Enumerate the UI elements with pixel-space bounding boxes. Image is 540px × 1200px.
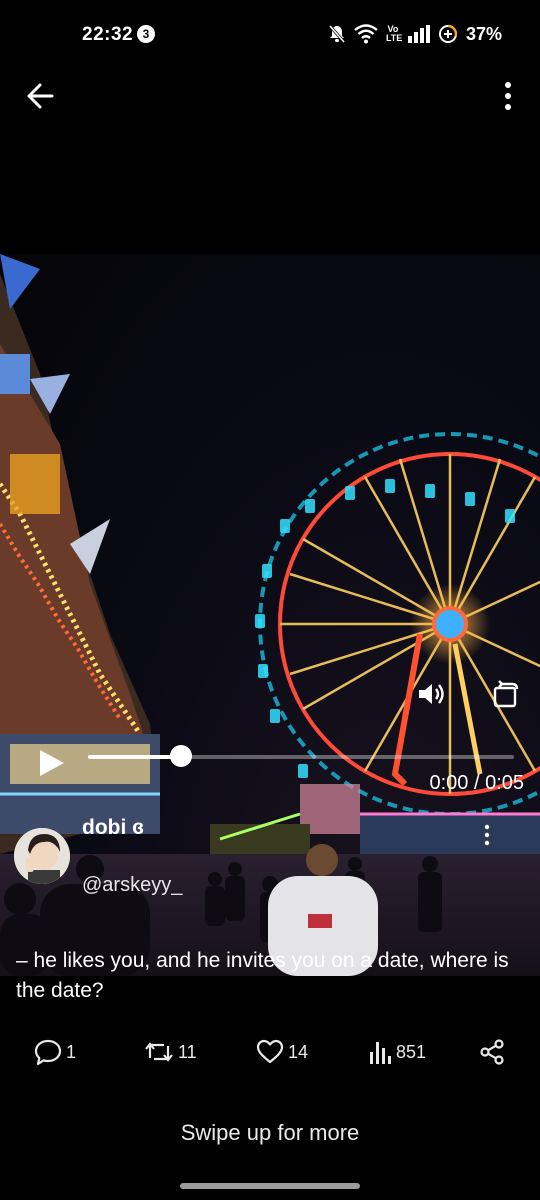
video-player[interactable]: 0:00 / 0:05 [0, 254, 540, 976]
views-button[interactable]: 851 [368, 1038, 426, 1066]
status-bar: 22:32 3 Vo LTE 37% [0, 0, 540, 70]
status-icons: Vo LTE 37% [328, 22, 502, 46]
reply-count: 1 [66, 1041, 77, 1062]
post-more-button[interactable] [480, 824, 494, 848]
swipe-up-hint[interactable]: Swipe up for more [0, 1120, 540, 1146]
more-vertical-icon [505, 82, 511, 110]
arrow-left-icon [27, 83, 54, 109]
repost-count: 11 [178, 1041, 197, 1062]
views-icon [370, 1042, 391, 1064]
heart-icon [256, 1039, 284, 1064]
volume-button[interactable] [416, 680, 448, 708]
like-button[interactable]: 14 [256, 1038, 308, 1066]
wifi-icon [354, 24, 378, 44]
home-indicator[interactable] [180, 1183, 360, 1189]
share-icon [480, 1039, 504, 1065]
share-button[interactable] [478, 1038, 506, 1066]
notification-count-badge: 3 [137, 25, 155, 43]
repost-button[interactable]: 11 [144, 1038, 197, 1066]
avatar-photo [14, 828, 70, 884]
post-actions-bar: 1 11 14 851 [0, 1038, 540, 1070]
play-icon [40, 750, 64, 776]
reply-button[interactable]: 1 [34, 1038, 76, 1066]
battery-icon [438, 24, 458, 43]
rotate-screen-icon [493, 680, 519, 708]
battery-percent: 37% [465, 23, 502, 44]
video-scrub-handle[interactable] [170, 745, 192, 767]
author-handle[interactable]: @arskeyy_ [82, 874, 182, 897]
signal-icon [407, 25, 430, 43]
volte-icon: Vo LTE [385, 24, 403, 43]
repost-icon [145, 1042, 173, 1062]
mute-icon [328, 25, 346, 43]
more-vertical-icon [484, 824, 490, 846]
volume-icon [419, 684, 444, 704]
play-button[interactable] [36, 748, 66, 778]
back-button[interactable] [22, 78, 62, 114]
rotate-screen-button[interactable] [490, 678, 522, 710]
video-timecode: 0:00 / 0:05 [429, 772, 524, 794]
funfair-night-scene [0, 254, 540, 976]
like-count: 14 [288, 1041, 309, 1062]
status-time: 22:32 [82, 24, 134, 45]
view-count: 851 [396, 1041, 427, 1062]
video-progress-fill [88, 755, 180, 759]
author-name[interactable]: dobi ɞ [82, 816, 144, 840]
more-options-button[interactable] [498, 78, 518, 114]
author-avatar[interactable] [14, 828, 70, 884]
post-text: – he likes you, and he invites you on a … [16, 949, 509, 1002]
video-progress-bar[interactable] [88, 755, 514, 759]
reply-icon [34, 1039, 62, 1066]
